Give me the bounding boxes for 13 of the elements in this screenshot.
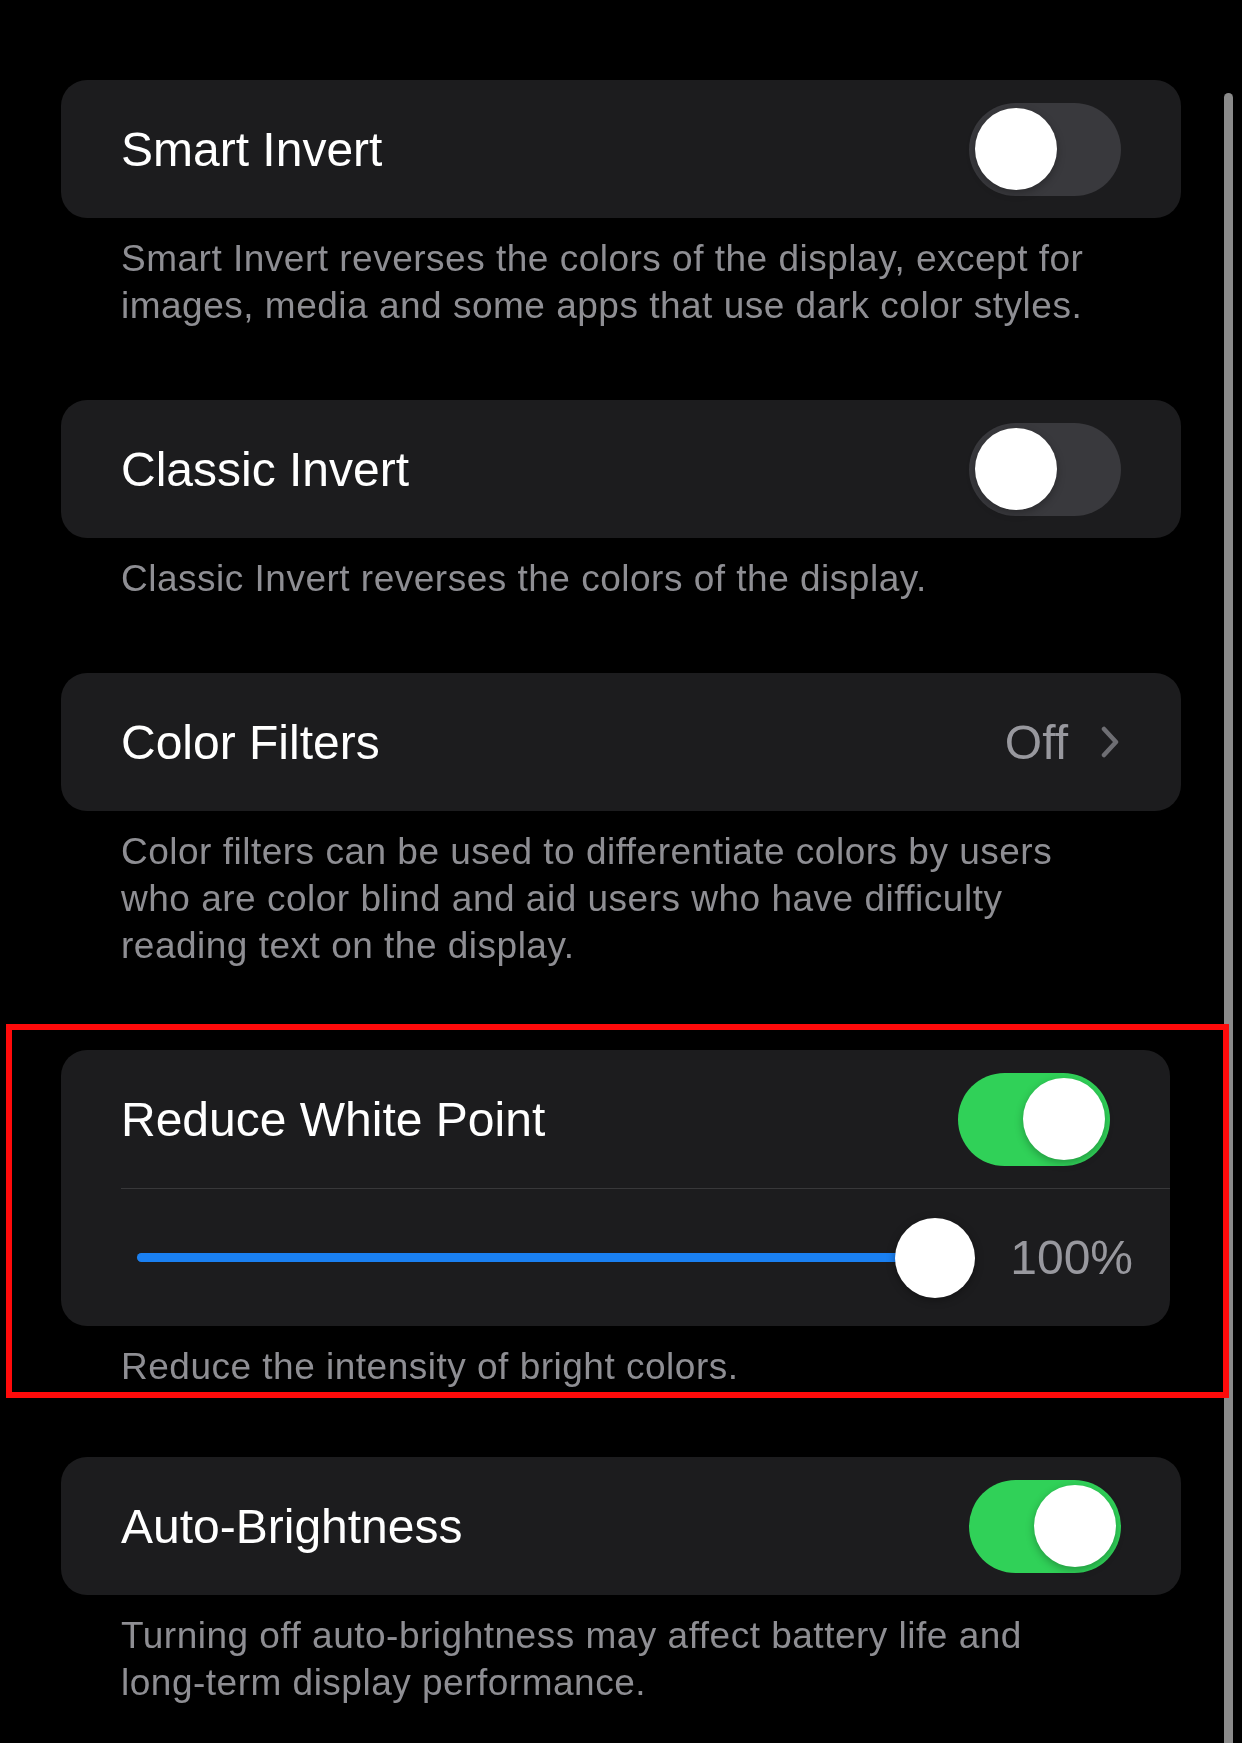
chevron-icon [1101, 726, 1119, 758]
setting-description: Turning off auto-brightness may affect battery life and long-term display performance. [121, 1614, 1023, 1705]
setting-description: Classic Invert reverses the colors of the display. [121, 557, 928, 601]
slider-track[interactable] [137, 1217, 976, 1298]
setting-description: Reduce the intensity of bright colors. [121, 1345, 740, 1389]
setting-label: Smart Invert [121, 121, 384, 177]
setting-label: Auto-Brightness [121, 1498, 464, 1554]
settings-link-row[interactable]: Color Filters Off [61, 673, 1181, 811]
setting-label: Classic Invert [121, 441, 411, 497]
slider-value: 100% [1010, 1230, 1133, 1285]
setting-description: Smart Invert reverses the colors of the display, except for images, media and some apps that use dark color styles. [121, 237, 1085, 328]
setting-label: Reduce White Point [121, 1091, 547, 1147]
setting-description: Color filters can be used to differentiate colors by users who are color blind and aid users who have difficulty reading text on the display. [121, 830, 1054, 968]
